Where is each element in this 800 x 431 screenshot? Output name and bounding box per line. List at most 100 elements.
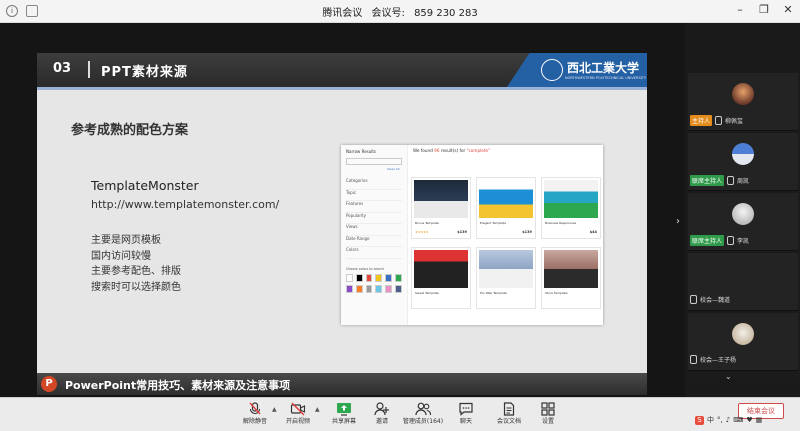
filter-item: Colors	[346, 247, 402, 259]
window-title: 腾讯会议 会议号: 859 230 283	[0, 4, 800, 19]
footer-title: PowerPoint常用技巧、素材来源及注意事项	[65, 379, 291, 392]
share-screen-button[interactable]: 共享屏幕	[324, 401, 364, 425]
meeting-docs-button[interactable]: 会议文档	[489, 401, 529, 425]
section-title: PPT素材来源	[101, 65, 188, 80]
slide-footer: P PowerPoint常用技巧、素材来源及注意事项	[37, 373, 647, 395]
toolbar-label: 会议文档	[496, 418, 521, 425]
powerpoint-icon: P	[41, 376, 57, 392]
participant-name: 周凯	[737, 178, 750, 185]
sogou-input-icon: S	[695, 415, 704, 425]
template-thumbnail	[544, 250, 598, 288]
slide-heading: 参考成熟的配色方案	[71, 123, 189, 138]
found-count: 96	[434, 148, 440, 153]
found-prefix: We found	[413, 148, 433, 153]
settings-icon	[540, 401, 556, 416]
ime-punct-icon: °,	[717, 416, 723, 424]
color-swatch	[346, 274, 353, 282]
bullet-item: 搜索时可以选择颜色	[91, 281, 181, 293]
website-screenshot: Narrow Results Clear All Categories Topi…	[341, 145, 603, 325]
document-icon	[501, 401, 517, 416]
presentation-slide: 03 PPT素材来源 西北工業大学 NORTHWESTERN POLYTECHN…	[37, 53, 647, 395]
minimize-icon[interactable]: –	[734, 4, 746, 16]
color-swatch	[346, 285, 353, 293]
settings-button[interactable]: 设置	[528, 401, 568, 425]
colors-label: Choose colors to search	[346, 267, 385, 271]
university-subtitle: NORTHWESTERN POLYTECHNICAL UNIVERSITY	[565, 76, 646, 80]
header-stripe	[37, 87, 647, 90]
toolbar-label: 邀请	[375, 418, 388, 425]
filter-item: Views	[346, 224, 402, 236]
section-number: 03	[53, 61, 72, 76]
app-name: 腾讯会议	[322, 8, 363, 19]
invite-button[interactable]: 邀请	[362, 401, 402, 425]
audio-options-icon[interactable]: ▲	[272, 406, 277, 413]
collapse-panel-arrow-icon[interactable]: ›	[676, 216, 686, 230]
color-swatch	[395, 285, 402, 293]
start-video-button[interactable]: 开启视频	[278, 401, 318, 425]
title-bar: i 腾讯会议 会议号: 859 230 283 – ❐ ✕	[0, 0, 800, 23]
mic-muted-icon	[690, 295, 697, 304]
participant-tile[interactable]: 联席主持人 周凯	[688, 133, 798, 191]
mic-muted-icon	[727, 176, 735, 185]
filter-item: Popularity	[346, 213, 402, 224]
narrow-results-title: Narrow Results	[346, 149, 377, 154]
color-swatches: Choose colors to search	[346, 267, 402, 296]
results-heading: We found 96 result(s) for "complete"	[413, 148, 490, 153]
chat-button[interactable]: 聊天	[446, 401, 486, 425]
template-thumbnail	[414, 250, 468, 288]
color-swatch	[355, 274, 363, 282]
template-card: Bonus Template ★★★★★ $139	[411, 177, 471, 239]
panel-scroll-down-icon[interactable]: ⌄	[725, 372, 732, 381]
participant-panel: 主持人 柳佩玺 联席主持人 周凯 联席主持人 李凯 校会—魏道 校会—王子杨	[688, 73, 800, 378]
participant-tile[interactable]: 联席主持人 李凯	[688, 193, 798, 251]
toolbar-label: 设置	[541, 418, 554, 425]
ime-toolbar[interactable]: S 中 °, ♪ ⌨ ♥ ▦	[695, 415, 762, 425]
color-swatch	[375, 274, 383, 282]
site-name: TemplateMonster	[91, 178, 199, 193]
restore-icon[interactable]: ❐	[758, 4, 770, 16]
meeting-id: 859 230 283	[414, 8, 478, 19]
filter-search-box	[346, 158, 402, 165]
template-name: Store Template	[545, 291, 568, 295]
manage-members-button[interactable]: 管理成员(164)	[400, 401, 446, 425]
screen-share-icon	[336, 401, 352, 416]
template-name: Sweet Template	[415, 291, 439, 295]
template-price: $139	[522, 230, 532, 234]
mic-muted-icon	[727, 236, 735, 245]
filter-item: Date Range	[346, 236, 402, 247]
toolbar-label: 开启视频	[285, 418, 310, 425]
template-name: Elegant Template	[480, 221, 507, 225]
mic-muted-icon	[247, 401, 263, 415]
role-badge: 联席主持人	[690, 235, 725, 246]
mic-muted-icon	[715, 116, 723, 125]
color-swatch	[355, 285, 363, 293]
participant-tile[interactable]: 主持人 柳佩玺	[688, 73, 798, 131]
template-card: Elegant Template $139	[476, 177, 536, 239]
participant-tile[interactable]: 校会—王子杨	[688, 313, 798, 371]
ime-skin-icon: ♥	[746, 416, 753, 424]
close-icon[interactable]: ✕	[782, 4, 794, 16]
filter-item: Categories	[346, 178, 402, 190]
participant-tile[interactable]: 校会—魏道	[688, 253, 798, 311]
bullet-item: 主要是网页模板	[91, 235, 161, 246]
site-url: http://www.templatemonster.com/	[91, 198, 280, 211]
avatar	[732, 203, 754, 225]
template-card: Business Responsive $44	[541, 177, 601, 239]
meeting-toolbar: 解除静音 ▲ 开启视频 ▲ 共享屏幕 邀请 管理成员(164) 聊天 会议文档 …	[0, 397, 800, 431]
bullet-item: 国内访问较慢	[91, 250, 151, 262]
video-options-icon[interactable]: ▲	[315, 406, 320, 413]
header-divider	[88, 61, 90, 78]
filter-sidebar: Narrow Results Clear All Categories Topi…	[341, 145, 408, 325]
template-thumbnail	[479, 180, 533, 218]
unmute-button[interactable]: 解除静音	[235, 401, 275, 425]
found-mid: result(s) for	[440, 148, 466, 153]
university-name: 西北工業大学	[567, 61, 640, 75]
ime-tools-icon: ▦	[755, 416, 763, 424]
participant-name: 李凯	[737, 238, 750, 245]
shared-screen: 03 PPT素材来源 西北工業大学 NORTHWESTERN POLYTECHN…	[0, 23, 685, 397]
clear-all-link: Clear All	[387, 167, 400, 171]
color-swatch	[395, 274, 402, 282]
template-name: Pro Web Template	[480, 291, 507, 295]
color-swatch	[365, 274, 373, 282]
university-logo: 西北工業大学 NORTHWESTERN POLYTECHNICAL UNIVER…	[507, 53, 647, 87]
